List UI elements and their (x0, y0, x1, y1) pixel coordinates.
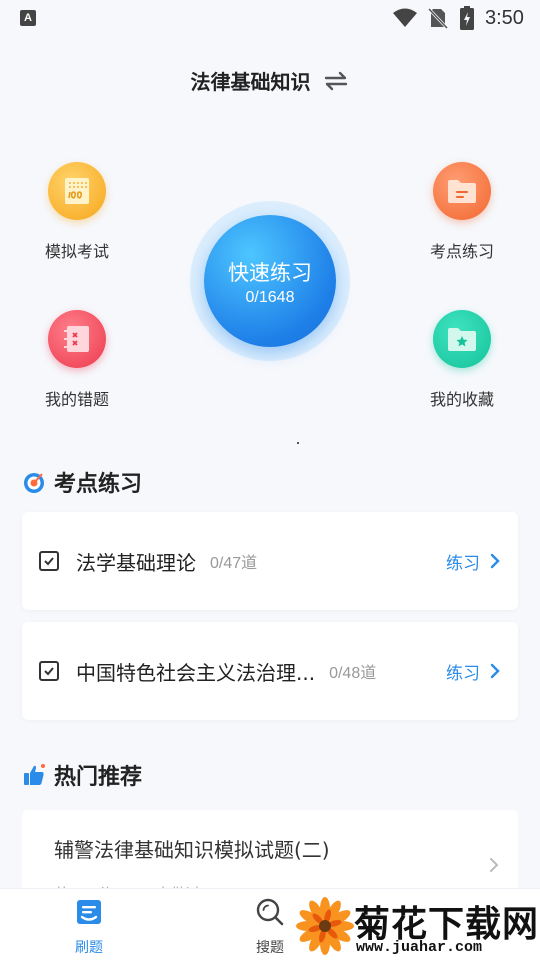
recommend-item-title: 辅警法律基础知识模拟试题(二) (54, 838, 330, 862)
list-item[interactable]: 中国特色社会主义法治理... 0/48道 练习 (22, 622, 518, 720)
chevron-right-icon (490, 663, 500, 679)
practice-link[interactable]: 练习 (446, 659, 480, 684)
chevron-right-icon (490, 553, 500, 569)
watermark-url: www.juahar.com (356, 939, 483, 956)
status-bar: A 3:50 (0, 0, 540, 36)
target-icon (24, 473, 44, 493)
list-item[interactable]: 法学基础理论 0/47道 练习 (22, 512, 518, 610)
battery-charging-icon (460, 6, 474, 30)
list-item-title: 法学基础理论 (76, 550, 196, 575)
no-sim-icon (428, 7, 448, 29)
page-title-bar[interactable]: 法律基础知识 (0, 66, 540, 95)
mock-exam-label: 模拟考试 (44, 242, 109, 261)
clock: 3:50 (485, 7, 524, 29)
star-folder-icon (433, 310, 491, 368)
wrong-notebook-icon (48, 310, 106, 368)
favorites-label: 我的收藏 (429, 390, 494, 409)
list-item-count: 0/47道 (210, 555, 258, 572)
notification-a-icon: A (20, 10, 36, 26)
quick-practice-progress: 0/1648 (245, 289, 295, 306)
list-item-title: 中国特色社会主义法治理... (76, 660, 316, 685)
practice-tab-icon (77, 900, 101, 924)
favorites-button[interactable]: 我的收藏 (407, 310, 517, 410)
recommend-section-header: 热门推荐 (22, 759, 142, 791)
exam-paper-icon (48, 162, 106, 220)
quick-practice-label: 快速练习 (228, 261, 312, 285)
nav-tab-practice-label: 刷题 (75, 940, 103, 956)
quick-practice-button[interactable]: 快速练习 0/1648 (204, 215, 336, 347)
thumbs-up-icon (24, 764, 45, 785)
page-title: 法律基础知识 (190, 70, 311, 94)
chevron-right-icon (490, 858, 499, 872)
list-item-count: 0/48道 (329, 665, 377, 682)
wifi-icon (393, 8, 417, 27)
key-points-button[interactable]: 考点练习 (407, 162, 517, 262)
checkbox-icon (39, 661, 59, 681)
site-watermark: 菊花下载网 www.juahar.com (296, 893, 540, 960)
decorative-dot (297, 442, 299, 444)
chrysanthemum-logo-icon (296, 897, 354, 955)
wrong-questions-label: 我的错题 (44, 390, 109, 409)
key-points-section-header: 考点练习 (22, 466, 142, 498)
mock-exam-button[interactable]: 模拟考试 (22, 162, 132, 262)
recommend-section-title: 热门推荐 (54, 765, 143, 790)
folder-icon (433, 162, 491, 220)
search-icon (256, 898, 284, 926)
practice-link[interactable]: 练习 (446, 549, 480, 574)
key-points-label: 考点练习 (429, 242, 494, 261)
nav-tab-practice[interactable]: 刷题 (49, 897, 129, 957)
checkbox-icon (39, 551, 59, 571)
swap-arrows-icon[interactable] (323, 71, 349, 91)
key-points-section-title: 考点练习 (54, 472, 143, 497)
wrong-questions-button[interactable]: 我的错题 (22, 310, 132, 410)
